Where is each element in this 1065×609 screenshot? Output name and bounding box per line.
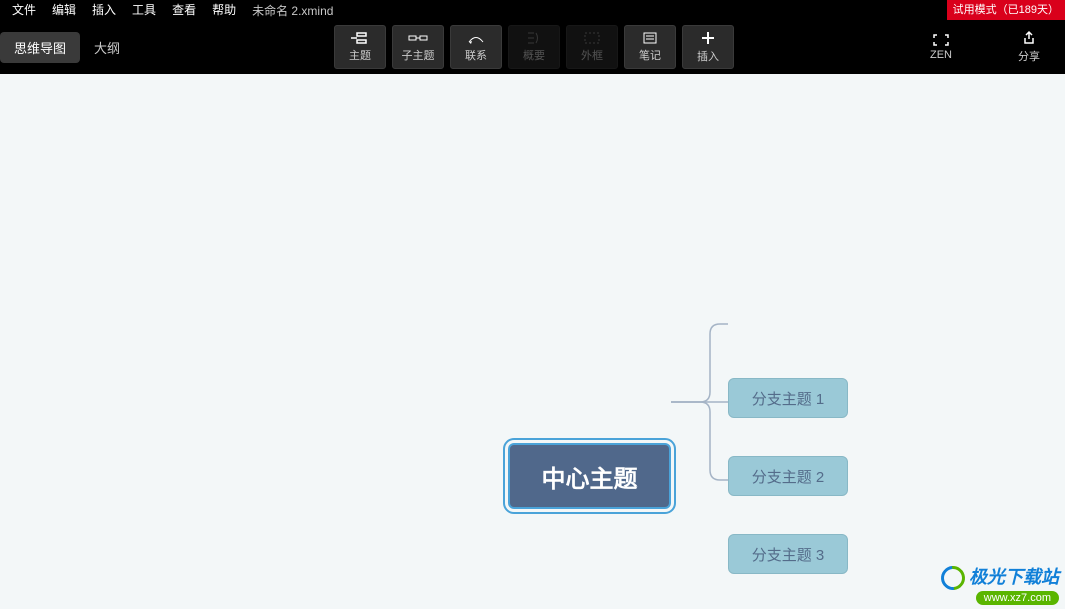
connectors [0, 74, 1065, 609]
tool-group-main: 主题 子主题 联系 概要 外框 [334, 25, 734, 69]
note-icon [640, 31, 660, 45]
menu-insert[interactable]: 插入 [84, 0, 124, 20]
menu-help[interactable]: 帮助 [204, 0, 244, 20]
menu-file[interactable]: 文件 [4, 0, 44, 20]
boundary-button: 外框 [566, 25, 618, 69]
menubar: 文件 编辑 插入 工具 查看 帮助 未命名 2.xmind 试用模式（已189天… [0, 0, 1065, 20]
topic-button[interactable]: 主题 [334, 25, 386, 69]
branch-topic-2[interactable]: 分支主题 2 [728, 456, 848, 496]
summary-icon [524, 31, 544, 45]
menu-tools[interactable]: 工具 [124, 0, 164, 20]
trial-mode-badge[interactable]: 试用模式（已189天） [947, 0, 1065, 20]
watermark-site: 极光下载站 [969, 567, 1059, 587]
topic-label: 主题 [349, 47, 371, 63]
share-label: 分享 [1018, 48, 1040, 64]
share-button[interactable]: 分享 [1005, 25, 1053, 69]
boundary-label: 外框 [581, 47, 603, 63]
note-label: 笔记 [639, 47, 661, 63]
plus-icon [700, 30, 716, 46]
view-switch: 思维导图 大纲 [0, 32, 134, 63]
central-topic[interactable]: 中心主题 [508, 443, 671, 509]
branch-topic-3[interactable]: 分支主题 3 [728, 534, 848, 574]
summary-label: 概要 [523, 47, 545, 63]
zen-button[interactable]: ZEN [917, 25, 965, 69]
zen-label: ZEN [930, 49, 952, 61]
share-icon [1021, 30, 1037, 46]
swirl-icon [936, 561, 970, 595]
branch-topic-1[interactable]: 分支主题 1 [728, 378, 848, 418]
subtopic-icon [408, 31, 428, 45]
toolbar: 思维导图 大纲 主题 子主题 联系 概要 [0, 20, 1065, 74]
tool-group-right: ZEN 分享 [917, 25, 1053, 69]
relation-button[interactable]: 联系 [450, 25, 502, 69]
fullscreen-icon [932, 33, 950, 47]
tab-outline[interactable]: 大纲 [80, 32, 134, 63]
relation-label: 联系 [465, 47, 487, 63]
mindmap-canvas[interactable]: 中心主题 分支主题 1 分支主题 2 分支主题 3 极光下载站 www.xz7.… [0, 74, 1065, 609]
insert-button[interactable]: 插入 [682, 25, 734, 69]
menu-view[interactable]: 查看 [164, 0, 204, 20]
menu-edit[interactable]: 编辑 [44, 0, 84, 20]
summary-button: 概要 [508, 25, 560, 69]
boundary-icon [582, 31, 602, 45]
watermark-url: www.xz7.com [976, 591, 1059, 605]
insert-label: 插入 [697, 48, 719, 64]
subtopic-button[interactable]: 子主题 [392, 25, 444, 69]
tab-mindmap[interactable]: 思维导图 [0, 32, 80, 63]
subtopic-label: 子主题 [402, 47, 435, 63]
document-title: 未命名 2.xmind [244, 2, 341, 19]
relation-icon [466, 31, 486, 45]
watermark: 极光下载站 www.xz7.com [941, 563, 1059, 605]
topic-icon [350, 31, 370, 45]
note-button[interactable]: 笔记 [624, 25, 676, 69]
